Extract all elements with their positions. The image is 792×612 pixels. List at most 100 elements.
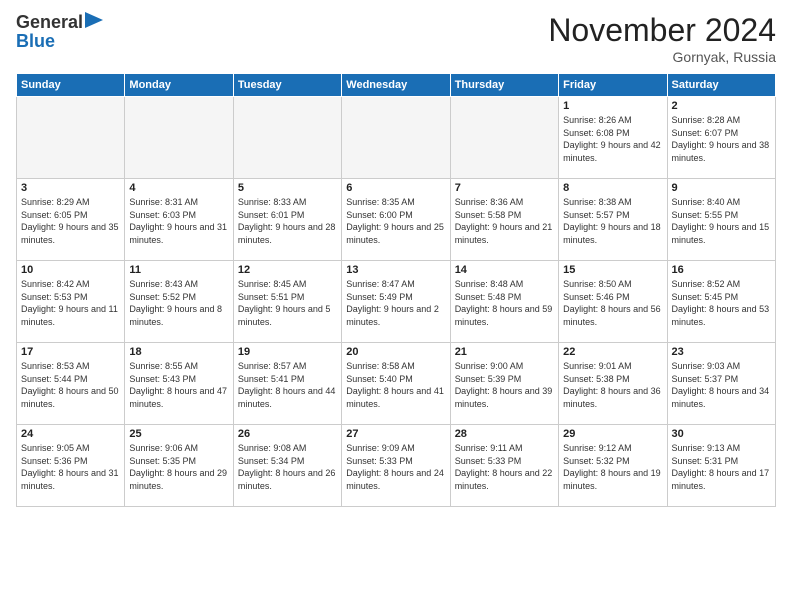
day-info: Sunrise: 9:05 AM Sunset: 5:36 PM Dayligh… — [21, 442, 120, 492]
calendar-cell: 3Sunrise: 8:29 AM Sunset: 6:05 PM Daylig… — [17, 179, 125, 261]
day-info: Sunrise: 8:26 AM Sunset: 6:08 PM Dayligh… — [563, 114, 662, 164]
day-info: Sunrise: 9:11 AM Sunset: 5:33 PM Dayligh… — [455, 442, 554, 492]
day-number: 13 — [346, 264, 445, 276]
logo-blue: Blue — [16, 32, 103, 52]
week-row-4: 24 Sunrise: 9:05 AM Sunset: 5:36 PM Dayli… — [17, 425, 776, 507]
day-number: 24 — [21, 428, 120, 440]
calendar-cell: 22Sunrise: 9:01 AM Sunset: 5:38 PM Dayli… — [559, 343, 667, 425]
day-number: 12 — [238, 264, 337, 276]
calendar-cell: 21Sunrise: 9:00 AM Sunset: 5:39 PM Dayli… — [450, 343, 558, 425]
calendar-cell: 6 Sunrise: 8:35 AM Sunset: 6:00 PM Daylig… — [342, 179, 450, 261]
day-number: 7 — [455, 182, 554, 194]
day-number: 16 — [672, 264, 771, 276]
calendar-cell: 19Sunrise: 8:57 AM Sunset: 5:41 PM Dayli… — [233, 343, 341, 425]
day-number: 27 — [346, 428, 445, 440]
day-info: Sunrise: 8:31 AM Sunset: 6:03 PM Dayligh… — [129, 196, 228, 246]
location: Gornyak, Russia — [548, 49, 776, 65]
calendar-cell: 29 Sunrise: 9:12 AM Sunset: 5:32 PM Dayli… — [559, 425, 667, 507]
day-info: Sunrise: 8:42 AM Sunset: 5:53 PM Dayligh… — [21, 278, 120, 328]
day-info: Sunrise: 8:40 AM Sunset: 5:55 PM Dayligh… — [672, 196, 771, 246]
week-row-1: 3Sunrise: 8:29 AM Sunset: 6:05 PM Daylig… — [17, 179, 776, 261]
day-number: 20 — [346, 346, 445, 358]
calendar-cell: 12 Sunrise: 8:45 AM Sunset: 5:51 PM Dayli… — [233, 261, 341, 343]
day-info: Sunrise: 8:53 AM Sunset: 5:44 PM Dayligh… — [21, 360, 120, 410]
weekday-header-wednesday: Wednesday — [342, 74, 450, 97]
day-info: Sunrise: 8:43 AM Sunset: 5:52 PM Dayligh… — [129, 278, 228, 328]
weekday-header-saturday: Saturday — [667, 74, 775, 97]
page: General Blue November 2024 Gornyak, Russ… — [0, 0, 792, 612]
weekday-header-sunday: Sunday — [17, 74, 125, 97]
header: General Blue November 2024 Gornyak, Russ… — [16, 12, 776, 65]
logo-icon — [85, 12, 103, 34]
calendar-cell: 27 Sunrise: 9:09 AM Sunset: 5:33 PM Dayli… — [342, 425, 450, 507]
logo: General Blue — [16, 12, 103, 52]
day-number: 29 — [563, 428, 662, 440]
day-number: 5 — [238, 182, 337, 194]
calendar-cell: 4 Sunrise: 8:31 AM Sunset: 6:03 PM Daylig… — [125, 179, 233, 261]
day-number: 14 — [455, 264, 554, 276]
day-number: 11 — [129, 264, 228, 276]
day-info: Sunrise: 9:01 AM Sunset: 5:38 PM Dayligh… — [563, 360, 662, 410]
calendar-header-row: SundayMondayTuesdayWednesdayThursdayFrid… — [17, 74, 776, 97]
calendar-cell: 23 Sunrise: 9:03 AM Sunset: 5:37 PM Dayli… — [667, 343, 775, 425]
calendar-cell: 5 Sunrise: 8:33 AM Sunset: 6:01 PM Daylig… — [233, 179, 341, 261]
calendar-cell: 18 Sunrise: 8:55 AM Sunset: 5:43 PM Dayli… — [125, 343, 233, 425]
day-info: Sunrise: 9:09 AM Sunset: 5:33 PM Dayligh… — [346, 442, 445, 492]
weekday-header-friday: Friday — [559, 74, 667, 97]
calendar-cell: 17 Sunrise: 8:53 AM Sunset: 5:44 PM Dayli… — [17, 343, 125, 425]
day-info: Sunrise: 8:47 AM Sunset: 5:49 PM Dayligh… — [346, 278, 445, 328]
calendar-cell — [125, 97, 233, 179]
calendar: SundayMondayTuesdayWednesdayThursdayFrid… — [16, 73, 776, 507]
week-row-3: 17 Sunrise: 8:53 AM Sunset: 5:44 PM Dayli… — [17, 343, 776, 425]
calendar-cell: 25 Sunrise: 9:06 AM Sunset: 5:35 PM Dayli… — [125, 425, 233, 507]
day-info: Sunrise: 8:33 AM Sunset: 6:01 PM Dayligh… — [238, 196, 337, 246]
calendar-cell: 9 Sunrise: 8:40 AM Sunset: 5:55 PM Daylig… — [667, 179, 775, 261]
calendar-cell: 15 Sunrise: 8:50 AM Sunset: 5:46 PM Dayli… — [559, 261, 667, 343]
day-number: 4 — [129, 182, 228, 194]
day-info: Sunrise: 9:03 AM Sunset: 5:37 PM Dayligh… — [672, 360, 771, 410]
calendar-cell: 8 Sunrise: 8:38 AM Sunset: 5:57 PM Daylig… — [559, 179, 667, 261]
day-number: 25 — [129, 428, 228, 440]
day-info: Sunrise: 8:36 AM Sunset: 5:58 PM Dayligh… — [455, 196, 554, 246]
day-info: Sunrise: 8:55 AM Sunset: 5:43 PM Dayligh… — [129, 360, 228, 410]
day-number: 17 — [21, 346, 120, 358]
day-number: 28 — [455, 428, 554, 440]
day-info: Sunrise: 8:58 AM Sunset: 5:40 PM Dayligh… — [346, 360, 445, 410]
day-number: 9 — [672, 182, 771, 194]
week-row-2: 10Sunrise: 8:42 AM Sunset: 5:53 PM Dayli… — [17, 261, 776, 343]
day-info: Sunrise: 8:45 AM Sunset: 5:51 PM Dayligh… — [238, 278, 337, 328]
weekday-header-thursday: Thursday — [450, 74, 558, 97]
calendar-cell — [17, 97, 125, 179]
calendar-cell: 26 Sunrise: 9:08 AM Sunset: 5:34 PM Dayli… — [233, 425, 341, 507]
calendar-cell — [342, 97, 450, 179]
calendar-cell: 16 Sunrise: 8:52 AM Sunset: 5:45 PM Dayli… — [667, 261, 775, 343]
day-info: Sunrise: 8:38 AM Sunset: 5:57 PM Dayligh… — [563, 196, 662, 246]
day-number: 26 — [238, 428, 337, 440]
day-info: Sunrise: 8:52 AM Sunset: 5:45 PM Dayligh… — [672, 278, 771, 328]
day-info: Sunrise: 8:50 AM Sunset: 5:46 PM Dayligh… — [563, 278, 662, 328]
day-number: 1 — [563, 100, 662, 112]
weekday-header-monday: Monday — [125, 74, 233, 97]
calendar-cell: 10Sunrise: 8:42 AM Sunset: 5:53 PM Dayli… — [17, 261, 125, 343]
day-number: 3 — [21, 182, 120, 194]
title-block: November 2024 Gornyak, Russia — [548, 12, 776, 65]
month-title: November 2024 — [548, 12, 776, 49]
day-info: Sunrise: 9:06 AM Sunset: 5:35 PM Dayligh… — [129, 442, 228, 492]
day-info: Sunrise: 8:35 AM Sunset: 6:00 PM Dayligh… — [346, 196, 445, 246]
calendar-cell: 13 Sunrise: 8:47 AM Sunset: 5:49 PM Dayli… — [342, 261, 450, 343]
calendar-cell: 7 Sunrise: 8:36 AM Sunset: 5:58 PM Daylig… — [450, 179, 558, 261]
day-number: 21 — [455, 346, 554, 358]
day-number: 15 — [563, 264, 662, 276]
day-info: Sunrise: 8:57 AM Sunset: 5:41 PM Dayligh… — [238, 360, 337, 410]
day-info: Sunrise: 9:13 AM Sunset: 5:31 PM Dayligh… — [672, 442, 771, 492]
calendar-cell — [450, 97, 558, 179]
day-number: 6 — [346, 182, 445, 194]
calendar-cell — [233, 97, 341, 179]
day-number: 23 — [672, 346, 771, 358]
day-info: Sunrise: 9:12 AM Sunset: 5:32 PM Dayligh… — [563, 442, 662, 492]
day-number: 18 — [129, 346, 228, 358]
day-info: Sunrise: 9:08 AM Sunset: 5:34 PM Dayligh… — [238, 442, 337, 492]
weekday-header-tuesday: Tuesday — [233, 74, 341, 97]
day-number: 2 — [672, 100, 771, 112]
day-number: 8 — [563, 182, 662, 194]
